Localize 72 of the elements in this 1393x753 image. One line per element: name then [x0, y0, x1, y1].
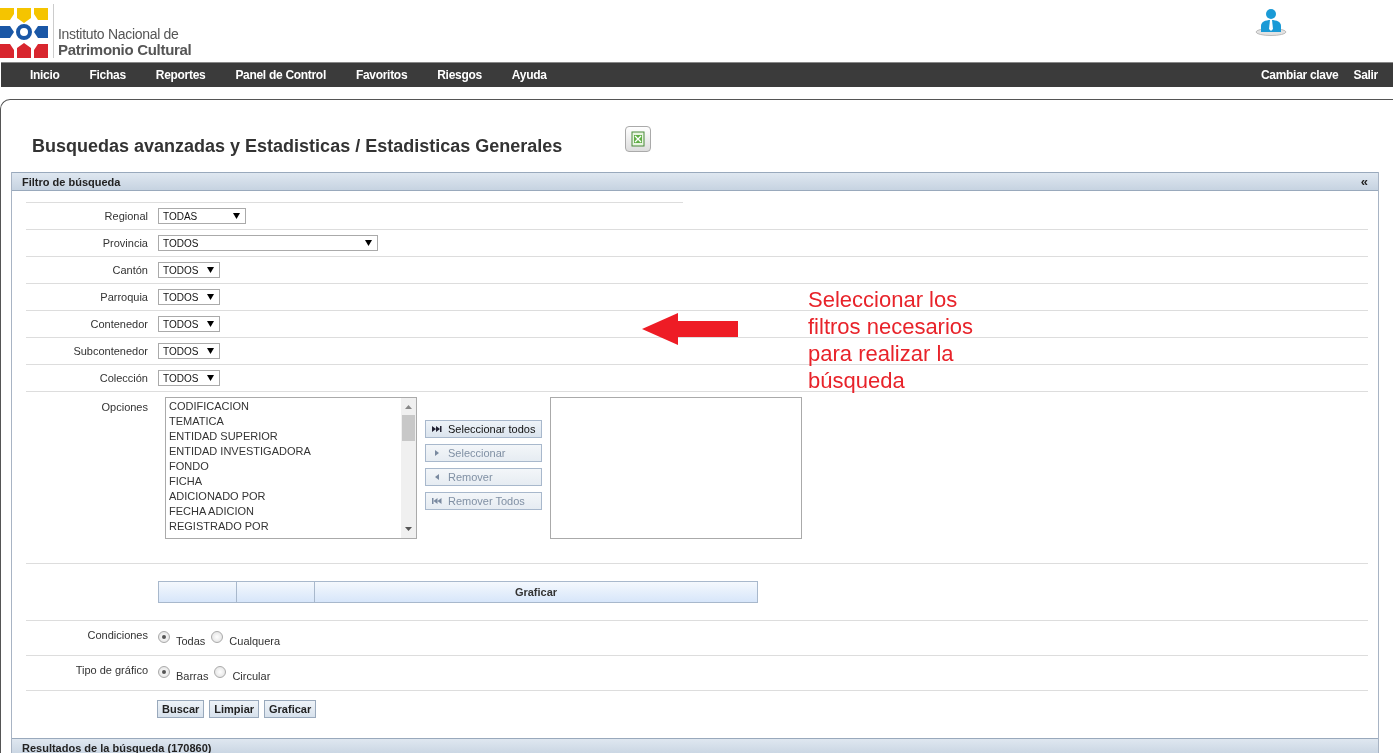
nav-link[interactable]: Panel de Control	[220, 68, 341, 82]
caret-icon	[207, 348, 214, 354]
forward-icon	[432, 425, 442, 433]
nav-link[interactable]: Fichas	[74, 68, 141, 82]
column-header: Graficar	[314, 582, 757, 602]
field-label: Tipo de gráfico	[74, 663, 148, 676]
caret-icon	[365, 240, 372, 246]
list-item[interactable]: FONDO	[169, 459, 398, 474]
nav-link[interactable]: Favoritos	[340, 68, 423, 82]
list-item[interactable]: FECHA ADICION	[169, 504, 398, 519]
excel-export-button[interactable]	[625, 126, 652, 152]
logo-text: Patrimonio Cultural	[58, 42, 192, 58]
nav-link[interactable]: Riesgos	[422, 68, 497, 82]
move-button[interactable]: Seleccionar todos	[425, 420, 542, 438]
field-label: Opciones	[100, 400, 148, 413]
logo-icon	[0, 8, 48, 58]
nav-link[interactable]: Inicio	[15, 68, 75, 82]
spreadsheet-icon	[631, 131, 646, 147]
action-button[interactable]: Limpiar	[209, 700, 260, 718]
list-item[interactable]: REGISTRADO POR	[169, 519, 398, 534]
options-listbox[interactable]: CODIFICACION TEMATICA ENTIDAD SUPERIOR ENTIDAD INVESTIGADORA FONDO FICHA ADICIONADO POR FECHA ADICION REGISTRADO POR	[165, 397, 417, 539]
dropdown[interactable]: TODAS	[158, 208, 246, 224]
list-item[interactable]: FICHA	[169, 474, 398, 489]
rewind-icon	[432, 497, 442, 505]
radio-button[interactable]	[214, 666, 227, 678]
field-label: Colección	[98, 372, 148, 384]
radio-button[interactable]	[158, 631, 170, 643]
field-label: Parroquia	[99, 291, 148, 303]
panel-title: Resultados de la búsqueda (170860)	[22, 741, 212, 753]
caret-icon	[207, 375, 214, 381]
radio-button[interactable]	[158, 666, 170, 678]
scrollbar[interactable]	[401, 398, 416, 538]
field-label: Provincia	[101, 237, 148, 249]
nav-link[interactable]: Ayuda	[496, 68, 562, 82]
list-item[interactable]: ENTIDAD INVESTIGADORA	[169, 444, 398, 459]
caret-icon	[207, 321, 214, 327]
caret-icon	[233, 213, 240, 219]
action-button[interactable]: Graficar	[264, 700, 317, 718]
list-item[interactable]: ADICIONADO POR	[169, 489, 398, 504]
radio-button[interactable]	[211, 631, 224, 643]
field-label: Regional	[103, 210, 148, 222]
field-label: Subcontenedor	[72, 345, 148, 357]
dropdown[interactable]: TODOS	[158, 262, 220, 278]
radio-label: Todas	[176, 635, 206, 647]
radio-label: Barras	[176, 670, 209, 682]
dropdown[interactable]: TODOS	[158, 370, 220, 386]
field-label: Contenedor	[89, 318, 148, 330]
list-item[interactable]: CODIFICACION	[169, 399, 398, 414]
dropdown[interactable]: TODOS	[158, 316, 220, 332]
nav-link[interactable]: Cambiar clave	[1261, 68, 1354, 82]
field-label: Cantón	[111, 264, 148, 276]
annotation-text: Seleccionar los filtros necesarios para realizar la búsqueda	[808, 286, 975, 394]
selected-listbox[interactable]	[550, 397, 802, 539]
radio-label: Cualquera	[229, 635, 281, 647]
caret-icon	[207, 267, 214, 273]
list-item[interactable]: TEMATICA	[169, 414, 398, 429]
nav-link[interactable]: Salir	[1353, 68, 1393, 82]
dropdown[interactable]: TODOS	[158, 235, 378, 251]
radio-label: Circular	[232, 670, 271, 682]
nav-link[interactable]: Reportes	[140, 68, 221, 82]
arrow-icon	[642, 313, 738, 345]
page-title: Busquedas avanzadas y Estadisticas / Estadisticas Generales	[32, 136, 563, 157]
action-button[interactable]: Buscar	[157, 700, 205, 718]
logo-text: Instituto Nacional de	[58, 27, 180, 42]
user-icon[interactable]	[1255, 8, 1287, 36]
collapse-button[interactable]: «	[1360, 174, 1368, 189]
dropdown[interactable]: TODOS	[158, 289, 220, 305]
caret-icon	[207, 294, 214, 300]
list-item[interactable]: ENTIDAD SUPERIOR	[169, 429, 398, 444]
panel-title: Filtro de búsqueda	[22, 175, 121, 188]
field-label: Condiciones	[86, 628, 148, 641]
dropdown[interactable]: TODOS	[158, 343, 220, 359]
